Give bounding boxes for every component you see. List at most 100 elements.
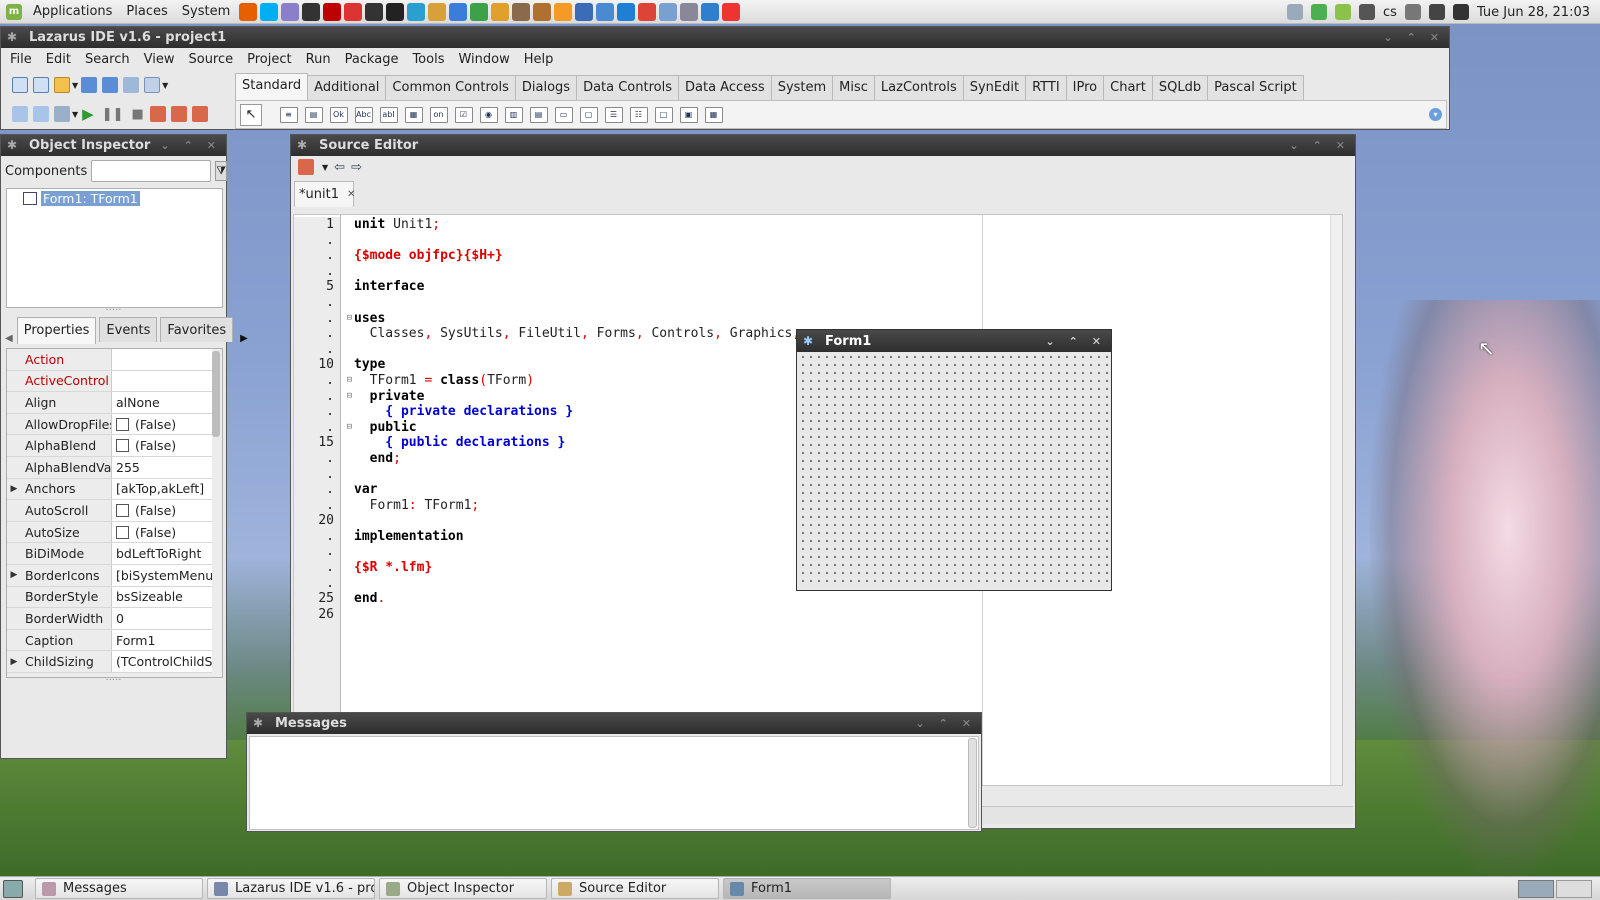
fold-toggle-icon[interactable]: ⊟ bbox=[342, 373, 352, 389]
property-value[interactable] bbox=[111, 370, 212, 392]
object-inspector-titlebar[interactable]: ✱ Object Inspector ⌄ ⌃ ✕ bbox=[1, 135, 226, 156]
property-value[interactable]: (False) bbox=[111, 500, 212, 521]
palette-tab-sqldb[interactable]: SQLdb bbox=[1151, 75, 1209, 100]
open-icon[interactable] bbox=[53, 77, 70, 93]
property-value[interactable]: [akTop,akLeft] bbox=[111, 478, 212, 500]
checkbox-component[interactable]: ☑ bbox=[454, 106, 473, 123]
shield-check-icon[interactable] bbox=[1335, 4, 1352, 20]
property-row[interactable]: BorderStyle bsSizeable bbox=[7, 586, 212, 609]
messages-scrollbar[interactable] bbox=[968, 738, 977, 828]
property-checkbox[interactable] bbox=[116, 503, 129, 517]
view-units-list-icon[interactable] bbox=[32, 106, 49, 122]
property-row[interactable]: ▶ BorderIcons [biSystemMenu,b bbox=[7, 564, 212, 587]
palette-tab-data-access[interactable]: Data Access bbox=[678, 75, 772, 100]
notepadqq-icon[interactable] bbox=[301, 2, 320, 21]
toggle-form-unit-icon[interactable] bbox=[122, 77, 139, 93]
minimize-icon[interactable]: ⌄ bbox=[160, 139, 169, 152]
fold-toggle-icon[interactable]: ⊟ bbox=[342, 420, 352, 436]
splitter-handle[interactable]: ····· bbox=[1, 306, 226, 316]
components-filter-input[interactable] bbox=[91, 160, 212, 182]
expand-arrow-icon[interactable]: ▶ bbox=[7, 570, 21, 580]
step-into-icon[interactable] bbox=[150, 106, 167, 122]
chat-icon[interactable] bbox=[1311, 4, 1328, 20]
palette-tab-additional[interactable]: Additional bbox=[307, 75, 387, 100]
property-value[interactable]: (False) bbox=[111, 521, 212, 543]
palette-tab-pascal-script[interactable]: Pascal Script bbox=[1207, 75, 1304, 100]
property-value[interactable]: bsSizeable bbox=[111, 586, 212, 608]
property-row[interactable]: AlphaBlend (False) bbox=[7, 435, 212, 457]
button-component[interactable]: Ok bbox=[329, 106, 348, 123]
property-grid-scrollbar[interactable] bbox=[212, 351, 220, 437]
stop-icon[interactable]: ■ bbox=[132, 107, 144, 122]
property-row[interactable]: AutoSize (False) bbox=[7, 521, 212, 544]
step-over-icon[interactable] bbox=[171, 106, 188, 122]
chrome-icon[interactable] bbox=[637, 2, 656, 21]
close-tab-icon[interactable]: ✕ bbox=[347, 189, 355, 200]
terminal-small-icon[interactable] bbox=[364, 2, 383, 21]
taskbar-item[interactable]: Source Editor bbox=[551, 878, 719, 899]
expand-arrow-icon[interactable]: ▶ bbox=[7, 657, 21, 667]
scrollbar-component[interactable]: ▭ bbox=[554, 106, 573, 123]
gear-icon[interactable] bbox=[658, 2, 677, 21]
property-value[interactable]: Form1 bbox=[111, 629, 212, 651]
menu-tools[interactable]: Tools bbox=[405, 52, 451, 67]
taskbar-item[interactable]: Lazarus IDE v1.6 - pro... bbox=[207, 878, 375, 899]
writer-icon[interactable] bbox=[448, 2, 467, 21]
close-icon[interactable]: ✕ bbox=[207, 139, 216, 152]
source-editor-titlebar[interactable]: ✱ Source Editor ⌄ ⌃ ✕ bbox=[291, 135, 1355, 156]
property-checkbox[interactable] bbox=[116, 417, 129, 431]
network-icon[interactable] bbox=[1428, 4, 1445, 20]
property-row[interactable]: AlphaBlendValu 255 bbox=[7, 456, 212, 479]
menu-package[interactable]: Package bbox=[338, 52, 406, 67]
main-menu-component[interactable]: ≡ bbox=[279, 106, 298, 123]
new-unit-icon[interactable] bbox=[11, 77, 28, 93]
oi-tab-properties[interactable]: Properties bbox=[16, 317, 97, 344]
run-icon[interactable]: ▶ bbox=[82, 105, 94, 123]
palette-tab-common-controls[interactable]: Common Controls bbox=[385, 75, 516, 100]
step-out-icon[interactable] bbox=[192, 106, 209, 122]
view-units-icon[interactable] bbox=[143, 77, 160, 93]
label-component[interactable]: Abc bbox=[354, 106, 373, 123]
tabs-scroll-left-icon[interactable]: ◀ bbox=[5, 333, 13, 344]
palette-tab-system[interactable]: System bbox=[770, 75, 834, 100]
filter-icon[interactable]: ⧩ bbox=[215, 161, 228, 181]
applications-menu[interactable]: Applications bbox=[26, 4, 119, 19]
combobox-component[interactable]: ▤ bbox=[529, 106, 548, 123]
messages-list[interactable] bbox=[249, 736, 979, 830]
form-design-surface[interactable] bbox=[799, 353, 1109, 588]
gimp-icon[interactable] bbox=[511, 2, 530, 21]
palette-tab-chart[interactable]: Chart bbox=[1103, 75, 1153, 100]
places-menu[interactable]: Places bbox=[119, 4, 174, 19]
sun-icon[interactable] bbox=[553, 2, 572, 21]
workspace-switcher[interactable] bbox=[1518, 879, 1592, 898]
battery-icon[interactable] bbox=[1452, 4, 1469, 20]
property-value[interactable]: bdLeftToRight bbox=[111, 543, 212, 564]
palette-tab-misc[interactable]: Misc bbox=[832, 75, 875, 100]
close-icon[interactable]: ✕ bbox=[962, 717, 971, 730]
save-icon[interactable] bbox=[80, 77, 97, 93]
save-all-icon[interactable] bbox=[101, 77, 118, 93]
checkgroup-component[interactable]: ☷ bbox=[629, 106, 648, 123]
expand-arrow-icon[interactable]: ▶ bbox=[7, 484, 21, 494]
new-form-icon[interactable] bbox=[32, 77, 49, 93]
kodi-icon[interactable] bbox=[700, 2, 719, 21]
maximize-icon[interactable]: ⌃ bbox=[184, 139, 193, 152]
frame-component[interactable]: ▣ bbox=[679, 106, 698, 123]
menu-project[interactable]: Project bbox=[240, 52, 298, 67]
maximize-icon[interactable]: ⌃ bbox=[1313, 139, 1322, 152]
property-row[interactable]: ActiveControl bbox=[7, 370, 212, 393]
jump-forward-icon[interactable]: ⇨ bbox=[351, 160, 362, 175]
property-row[interactable]: BorderWidth 0 bbox=[7, 608, 212, 630]
chevron-down-icon[interactable]: ▼ bbox=[72, 81, 78, 90]
notification-icon[interactable] bbox=[1287, 4, 1304, 20]
property-value[interactable] bbox=[111, 349, 212, 370]
messages-titlebar[interactable]: ✱ Messages ⌄ ⌃ ✕ bbox=[247, 713, 981, 734]
editor-vertical-scrollbar[interactable] bbox=[1330, 215, 1342, 785]
oi-tab-favorites[interactable]: Favorites bbox=[160, 317, 234, 342]
taskbar-item[interactable]: Messages bbox=[35, 878, 203, 899]
palette-tab-ipro[interactable]: IPro bbox=[1065, 75, 1105, 100]
menu-view[interactable]: View bbox=[137, 52, 182, 67]
maximize-icon[interactable]: ⌃ bbox=[939, 717, 948, 730]
menu-file[interactable]: File bbox=[3, 52, 39, 67]
property-row[interactable]: ▶ Anchors [akTop,akLeft] bbox=[7, 478, 212, 501]
